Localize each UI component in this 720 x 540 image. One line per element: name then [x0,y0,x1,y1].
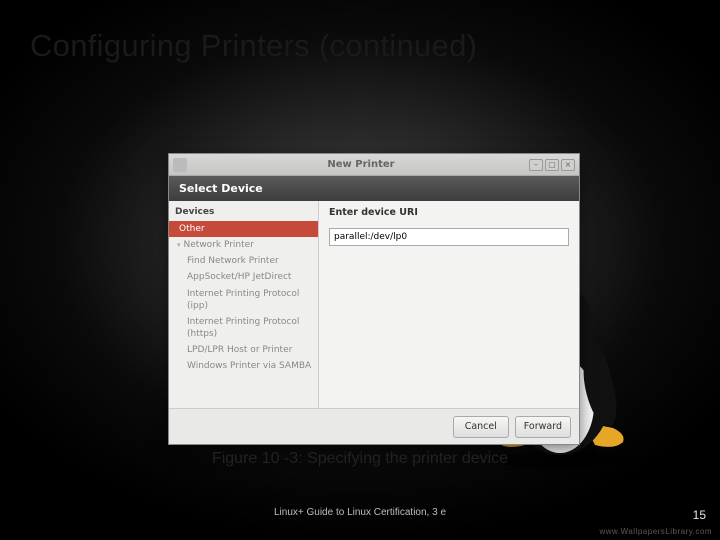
device-item-samba[interactable]: Windows Printer via SAMBA [169,358,318,374]
device-list-header: Devices [169,205,318,221]
window-minimize-button[interactable]: – [529,159,543,171]
new-printer-dialog: New Printer – ▢ × Select Device Devices … [168,153,580,445]
page-number: 15 [693,508,706,522]
device-item-find-network[interactable]: Find Network Printer [169,253,318,269]
device-uri-pane: Enter device URI [319,201,579,408]
device-uri-input[interactable] [329,228,569,246]
forward-button[interactable]: Forward [515,416,571,438]
dialog-header: Select Device [169,176,579,201]
device-item-network-printer[interactable]: Network Printer [169,237,318,253]
device-uri-label: Enter device URI [329,207,569,218]
cancel-button[interactable]: Cancel [453,416,509,438]
device-list: Devices Other Network Printer Find Netwo… [169,201,319,408]
device-item-ipp-https[interactable]: Internet Printing Protocol (https) [169,314,318,342]
device-item-appsocket[interactable]: AppSocket/HP JetDirect [169,269,318,285]
slide-title: Configuring Printers (continued) [30,28,477,64]
figure-caption: Figure 10 -3: Specifying the printer dev… [0,450,720,468]
window-title: New Printer [193,159,529,170]
dialog-button-bar: Cancel Forward [169,408,579,444]
window-maximize-button[interactable]: ▢ [545,159,559,171]
device-item-ipp[interactable]: Internet Printing Protocol (ipp) [169,286,318,314]
window-app-icon [173,158,187,172]
device-item-other[interactable]: Other [169,221,318,237]
slide-footer: Linux+ Guide to Linux Certification, 3 e [0,507,720,518]
device-item-lpd[interactable]: LPD/LPR Host or Printer [169,342,318,358]
watermark: www.WallpapersLibrary.com [599,527,712,536]
window-close-button[interactable]: × [561,159,575,171]
window-titlebar: New Printer – ▢ × [169,154,579,176]
